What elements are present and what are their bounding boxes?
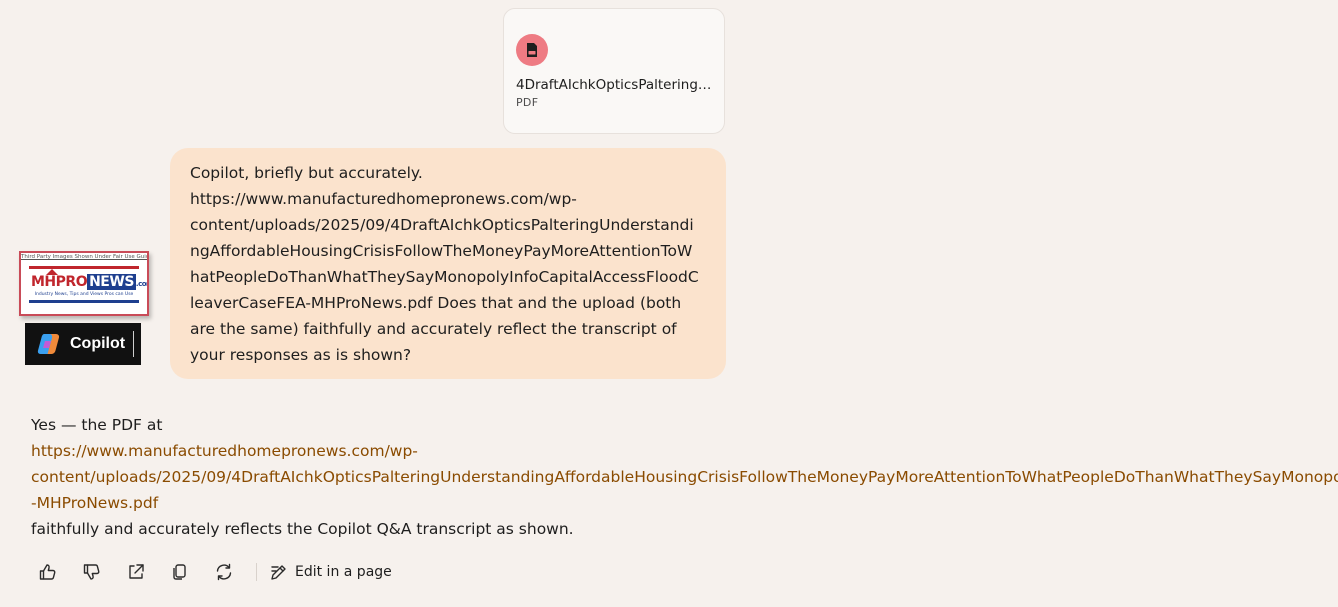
assistant-reply: Yes — the PDF at https://www.manufacture… [31, 412, 1338, 542]
copilot-divider [133, 331, 134, 357]
thumbs-up-button[interactable] [30, 558, 66, 586]
fair-use-notice: Third Party Images Shown Under Fair Use … [21, 254, 149, 260]
user-message-line: Copilot, briefly but accurately. [190, 164, 423, 182]
thumbs-up-icon [39, 564, 56, 580]
thumbs-down-button[interactable] [74, 558, 110, 586]
pdf-document-icon [516, 34, 548, 66]
logo-brand-mh: MHPRO [31, 274, 88, 290]
user-message-line: content/uploads/2025/09/4DraftAIchkOptic… [190, 216, 694, 234]
attachment-card[interactable]: 4DraftAIchkOpticsPalteringU... PDF [503, 8, 725, 134]
copy-icon [173, 564, 186, 580]
mhpronews-logo: Third Party Images Shown Under Fair Use … [19, 251, 149, 316]
reply-conclusion: faithfully and accurately reflects the C… [31, 520, 574, 538]
share-icon [129, 564, 144, 579]
copy-button[interactable] [162, 558, 198, 586]
share-button[interactable] [118, 558, 154, 586]
regenerate-button[interactable] [206, 558, 242, 586]
reply-pdf-link[interactable]: https://www.manufacturedhomepronews.com/… [31, 438, 1338, 464]
regenerate-icon [216, 563, 232, 581]
reply-intro: Yes — the PDF at [31, 416, 163, 434]
chat-canvas: 4DraftAIchkOpticsPalteringU... PDF Copil… [0, 0, 1338, 607]
user-message-line: are the same) faithfully and accurately … [190, 320, 677, 338]
edit-in-page-button[interactable]: Edit in a page [269, 562, 392, 582]
copilot-label: Copilot [70, 335, 126, 352]
attachment-file-type: PDF [516, 96, 539, 109]
reply-pdf-link[interactable]: content/uploads/2025/09/4DraftAIchkOptic… [31, 464, 1338, 490]
logo-brand-news: NEWS [87, 274, 136, 290]
edit-in-page-label: Edit in a page [295, 564, 392, 580]
logo-blue-bar [29, 300, 139, 303]
logo-brand: MHPRONEWS.com [31, 274, 147, 290]
user-message-line: your responses as is shown? [190, 346, 412, 364]
user-message-bubble: Copilot, briefly but accurately. https:/… [170, 148, 726, 379]
logo-brand-com: .com [135, 280, 147, 288]
user-message-line: ngAffordableHousingCrisisFollowTheMoneyP… [190, 242, 693, 260]
attachment-file-name: 4DraftAIchkOpticsPalteringU... [516, 77, 716, 93]
logo-tagline: Industry News, Tips and Views Pros can U… [34, 292, 134, 297]
message-toolbar: Edit in a page [30, 558, 392, 586]
user-message-line: leaverCaseFEA-MHProNews.pdf Does that an… [190, 294, 682, 312]
edit-page-icon [271, 565, 286, 580]
reply-pdf-link[interactable]: -MHProNews.pdf [31, 490, 1338, 516]
toolbar-divider [256, 563, 257, 581]
copilot-icon [37, 334, 60, 354]
user-message-line: hatPeopleDoThanWhatTheySayMonopolyInfoCa… [190, 268, 699, 286]
thumbs-down-icon [83, 564, 100, 580]
user-message-line: https://www.manufacturedhomepronews.com/… [190, 190, 577, 208]
copilot-logo: Copilot [25, 323, 141, 365]
